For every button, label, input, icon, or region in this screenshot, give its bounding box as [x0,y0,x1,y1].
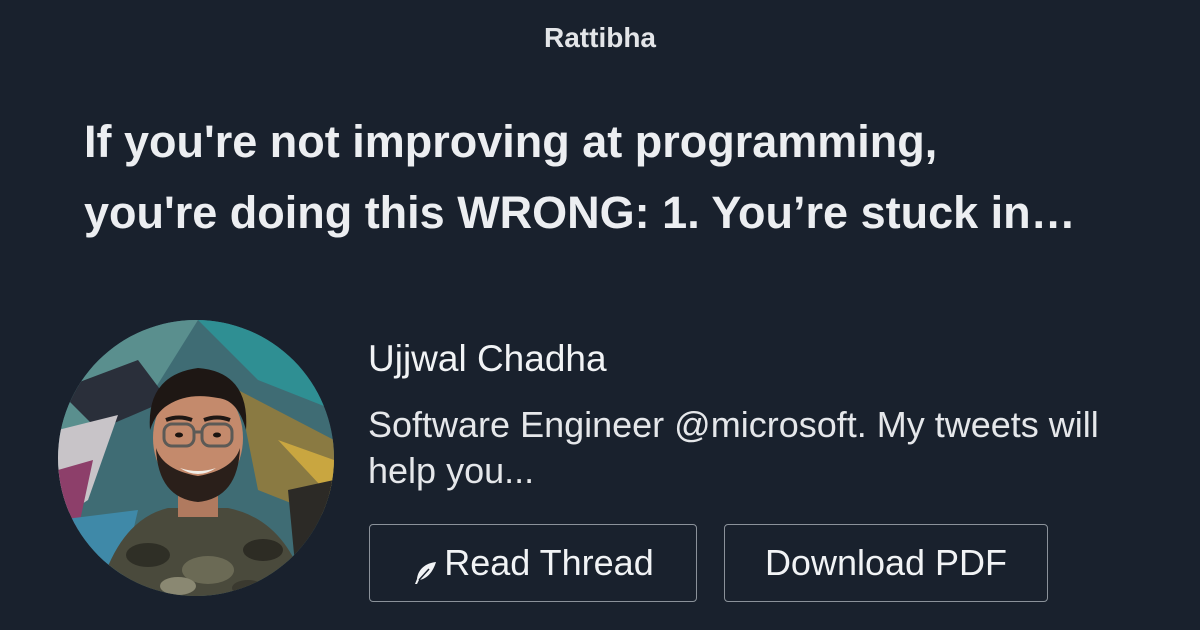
thread-headline: If you're not improving at programming, … [84,106,1164,248]
read-thread-label: Read Thread [444,542,654,583]
read-thread-button[interactable]: Read Thread [369,524,697,602]
feather-icon [412,553,438,584]
download-pdf-label: Download PDF [764,542,1008,583]
bio-line-2: help you... [368,450,535,491]
avatar [58,320,334,596]
bio-line-1: Software Engineer @microsoft. My tweets … [368,404,1099,445]
headline-line-1: If you're not improving at programming, [84,116,938,167]
download-pdf-button[interactable]: Download PDF [724,524,1048,602]
brand-title: Rattibha [544,22,656,53]
avatar-image [58,320,334,596]
author-name: Ujjwal Chadha [368,338,607,379]
headline-line-2: you're doing this WRONG: 1. You’re stuck… [84,187,1076,238]
author-bio: Software Engineer @microsoft. My tweets … [368,402,1198,494]
